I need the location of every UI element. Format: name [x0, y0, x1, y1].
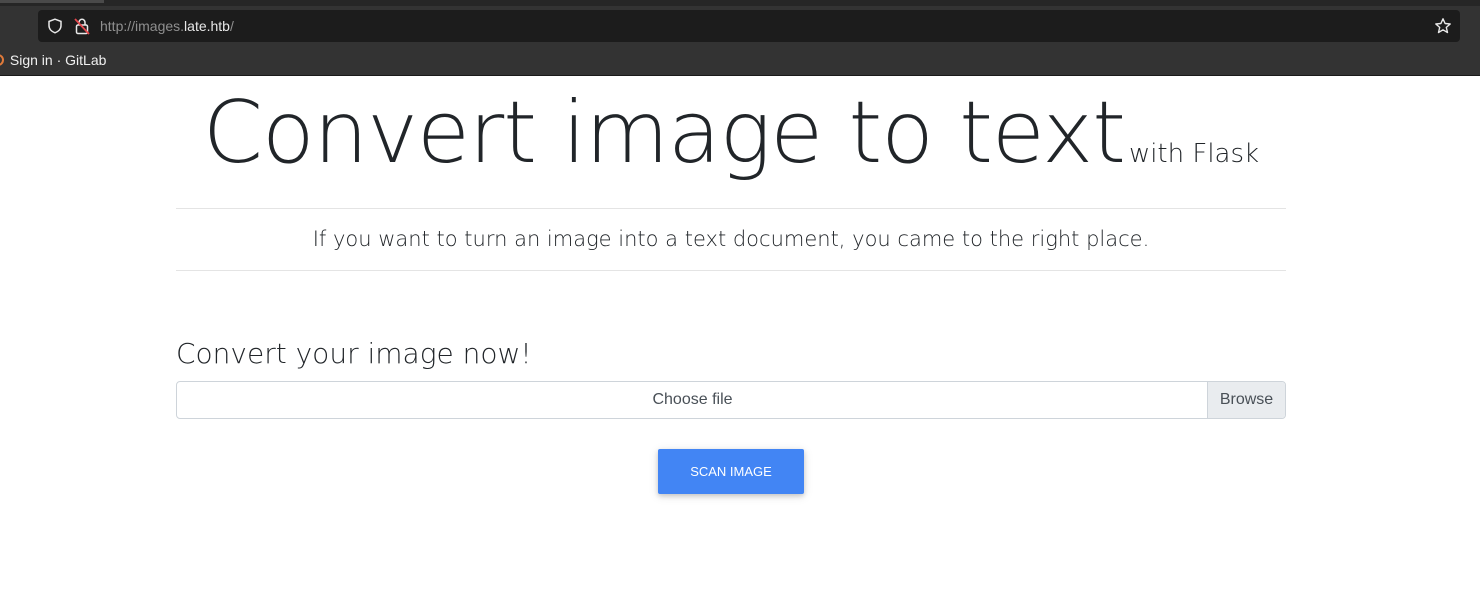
bookmark-gitlab-sign-in[interactable]: Sign in · GitLab — [0, 51, 106, 69]
star-icon[interactable] — [1434, 17, 1452, 35]
browse-button[interactable]: Browse — [1207, 382, 1285, 418]
browser-chrome: http://images.late.htb/ Sign in · GitLab — [0, 0, 1480, 76]
choose-file-label[interactable]: Choose file — [177, 382, 1208, 418]
url-text[interactable]: http://images.late.htb/ — [100, 17, 234, 35]
tab-strip — [0, 0, 1480, 6]
bookmarks-toolbar: Sign in · GitLab — [0, 46, 1480, 74]
file-upload-input[interactable]: Choose file Browse — [176, 381, 1286, 419]
page-title-main: Convert image to text — [202, 83, 1126, 183]
upload-heading: Convert your image now! — [176, 337, 532, 370]
lead-text: If you want to turn an image into a text… — [312, 227, 1150, 251]
gitlab-icon — [0, 54, 4, 66]
lock-icon[interactable] — [74, 17, 90, 35]
active-tab-edge[interactable] — [0, 0, 104, 3]
bookmark-label: Sign in · GitLab — [9, 52, 107, 68]
address-bar[interactable]: http://images.late.htb/ — [38, 10, 1460, 42]
shield-icon[interactable] — [47, 18, 63, 34]
divider-top — [176, 208, 1286, 209]
divider-bottom — [176, 270, 1286, 271]
page-title: Convert image to text with Flask — [176, 78, 1286, 188]
page-title-subtext: with Flask — [1128, 139, 1260, 169]
page-content: Convert image to text with Flask If you w… — [0, 76, 1480, 607]
scan-image-button[interactable]: SCAN IMAGE — [658, 449, 804, 494]
